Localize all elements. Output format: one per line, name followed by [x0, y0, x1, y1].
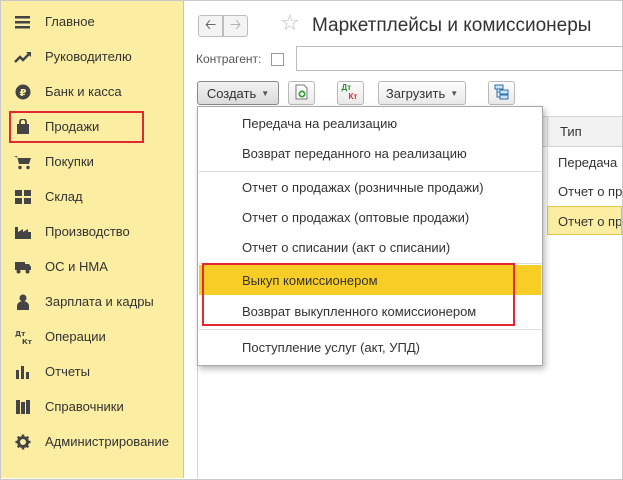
chevron-down-icon: ▼ — [261, 88, 270, 98]
dt-kt-icon: Дт Кт — [341, 83, 358, 101]
menu-item-return-transferred[interactable]: Возврат переданного на реализацию — [199, 138, 541, 168]
sidebar-item-purchases[interactable]: Покупки — [1, 147, 184, 177]
books-icon — [14, 399, 32, 415]
create-button[interactable]: Создать ▼ — [197, 81, 279, 105]
sidebar-item-warehouse[interactable]: Склад — [1, 182, 184, 212]
create-button-label: Создать — [206, 85, 257, 101]
sidebar-item-label: Производство — [45, 224, 130, 239]
table-row[interactable]: Отчет о пр — [547, 206, 622, 235]
page-title: Маркетплейсы и комиссионеры — [312, 15, 592, 36]
menu-item-sales-report-retail[interactable]: Отчет о продажах (розничные продажи) — [199, 172, 541, 202]
structure-icon — [494, 84, 510, 103]
table-row[interactable]: Передача — [547, 148, 622, 177]
load-button[interactable]: Загрузить ▼ — [378, 81, 466, 105]
dt-kt-button[interactable]: Дт Кт — [337, 81, 364, 105]
gear-icon — [14, 434, 32, 450]
kontragent-checkbox[interactable] — [271, 53, 284, 66]
warehouse-grid-icon — [14, 189, 32, 205]
menu-item-write-off-report[interactable]: Отчет о списании (акт о списании) — [199, 232, 541, 262]
structure-button[interactable] — [488, 81, 515, 105]
sidebar-item-admin[interactable]: Администрирование — [1, 427, 184, 457]
sales-annotation-frame — [9, 111, 144, 143]
dt-kt-icon: Дт Кт — [14, 329, 32, 345]
chevron-down-icon: ▼ — [450, 88, 459, 98]
arrow-left-icon: 🡠 — [204, 16, 217, 32]
sidebar-item-production[interactable]: Производство — [1, 217, 184, 247]
sidebar-item-label: Банк и касса — [45, 84, 122, 99]
add-document-icon — [295, 84, 309, 103]
load-button-label: Загрузить — [385, 85, 446, 101]
arrow-right-icon: 🡢 — [229, 16, 242, 32]
sidebar-item-manager[interactable]: Руководителю — [1, 42, 184, 72]
sidebar-item-label: Склад — [45, 189, 83, 204]
menu-lines-icon — [14, 14, 32, 30]
star-icon[interactable]: ☆ — [280, 12, 300, 34]
forward-button[interactable]: 🡢 — [223, 15, 248, 37]
sidebar-item-label: Зарплата и кадры — [45, 294, 154, 309]
menu-separator — [199, 329, 541, 330]
truck-icon — [14, 259, 32, 275]
shopping-cart-icon — [14, 154, 32, 170]
sidebar: Главное Руководителю ₽ Банк и касса Прод… — [1, 1, 184, 478]
table-row[interactable]: Отчет о пр — [547, 177, 622, 206]
sidebar-item-label: Справочники — [45, 399, 124, 414]
sidebar-item-label: Отчеты — [45, 364, 90, 379]
svg-text:Дт: Дт — [15, 330, 26, 338]
sidebar-item-references[interactable]: Справочники — [1, 392, 184, 422]
buyout-annotation-frame — [202, 263, 515, 326]
sidebar-item-label: Администрирование — [45, 434, 169, 449]
sidebar-item-operations[interactable]: Дт Кт Операции — [1, 322, 184, 352]
sidebar-item-salary[interactable]: Зарплата и кадры — [1, 287, 184, 317]
svg-text:₽: ₽ — [20, 88, 27, 99]
kontragent-input[interactable] — [296, 46, 622, 71]
back-button[interactable]: 🡠 — [198, 15, 223, 37]
sidebar-item-label: Покупки — [45, 154, 94, 169]
new-document-button[interactable] — [288, 81, 315, 105]
kontragent-label: Контрагент: — [196, 52, 262, 66]
sidebar-item-label: Операции — [45, 329, 106, 344]
factory-icon — [14, 224, 32, 240]
menu-item-sales-report-wholesale[interactable]: Отчет о продажах (оптовые продажи) — [199, 202, 541, 232]
sidebar-item-bank[interactable]: ₽ Банк и касса — [1, 77, 184, 107]
sidebar-item-label: ОС и НМА — [45, 259, 108, 274]
bar-chart-icon — [14, 364, 32, 380]
sidebar-item-fixed-assets[interactable]: ОС и НМА — [1, 252, 184, 282]
menu-item-transfer-for-sale[interactable]: Передача на реализацию — [199, 108, 541, 138]
sidebar-item-label: Главное — [45, 14, 95, 29]
person-icon — [14, 294, 32, 310]
ruble-coin-icon: ₽ — [14, 84, 32, 100]
sidebar-item-label: Руководителю — [45, 49, 132, 64]
create-dropdown-menu: Передача на реализацию Возврат переданно… — [197, 106, 543, 366]
menu-item-services-receipt[interactable]: Поступление услуг (акт, УПД) — [199, 332, 541, 362]
sidebar-item-reports[interactable]: Отчеты — [1, 357, 184, 387]
column-header-type[interactable]: Тип — [547, 116, 622, 147]
trend-chart-icon — [14, 49, 32, 65]
svg-text:Кт: Кт — [22, 338, 32, 345]
sidebar-item-main[interactable]: Главное — [1, 7, 184, 37]
